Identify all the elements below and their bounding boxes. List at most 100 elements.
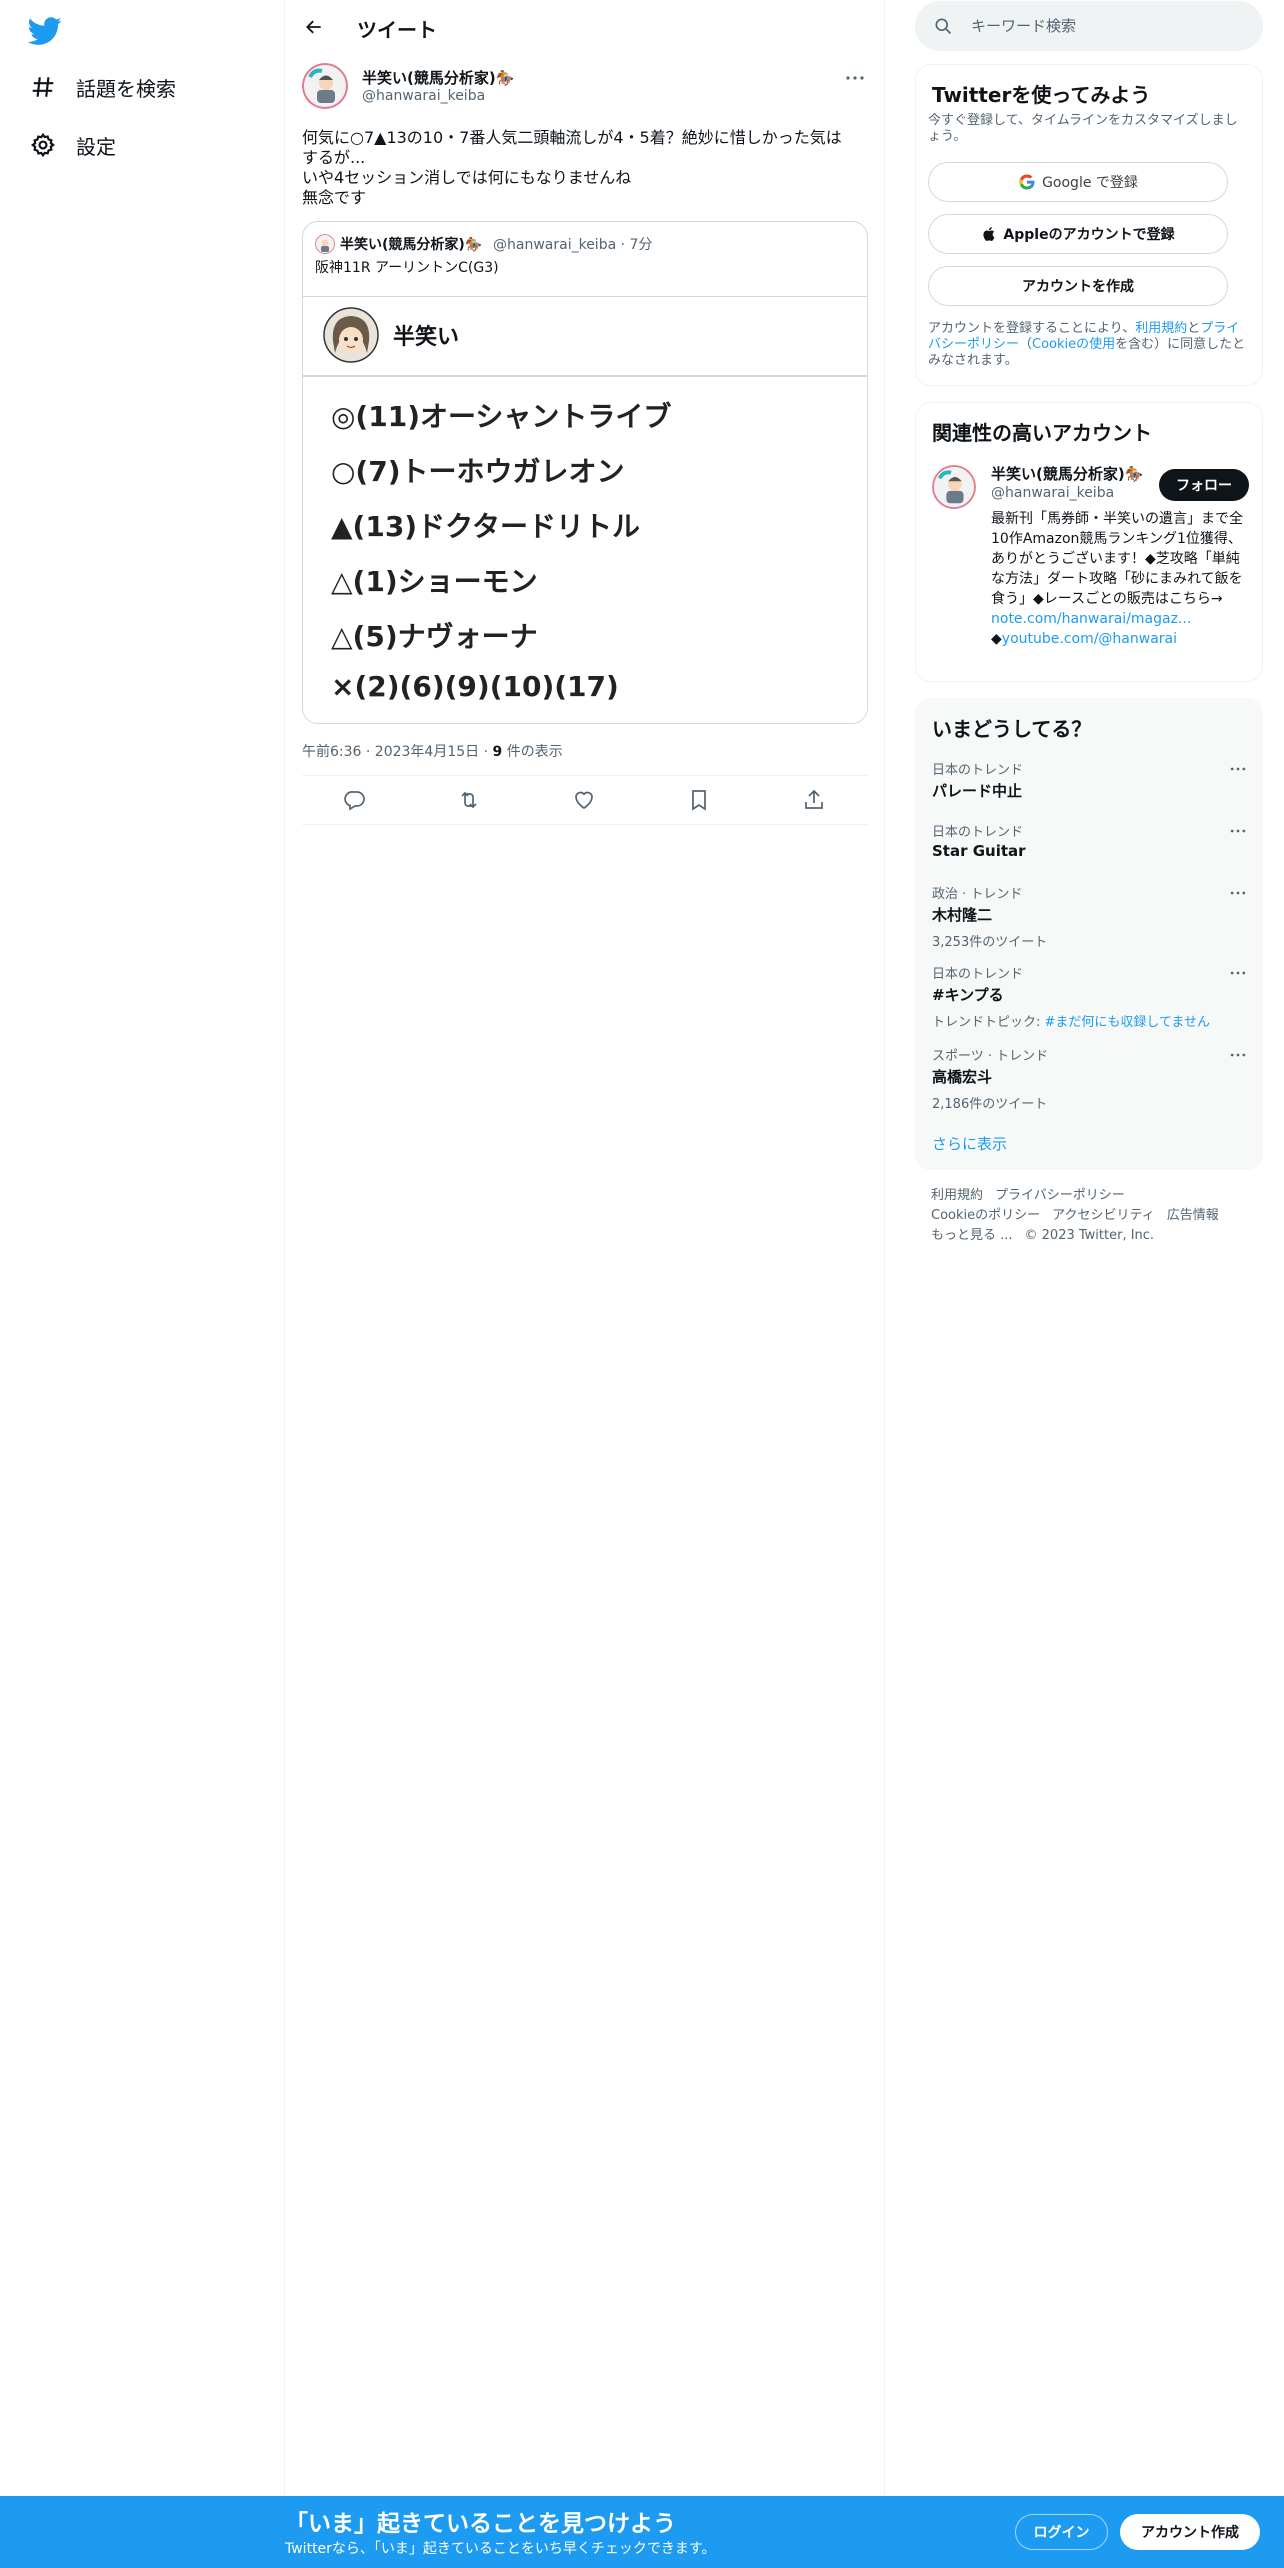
trend-name: パレード中止 <box>932 782 1023 800</box>
trend-more-icon[interactable] <box>1228 963 1248 983</box>
trend-item[interactable]: 政治 · トレンド 木村隆二 3,253件のツイート <box>932 883 1248 950</box>
search-icon <box>933 16 953 36</box>
signup-banner: 「いま」起きていることを見つけよう Twitterなら、「いま」起きていることを… <box>0 2496 1284 2568</box>
trend-category: スポーツ · トレンド <box>932 1049 1049 1064</box>
signup-title: Twitterを使ってみよう <box>932 83 1151 107</box>
legal-text: と <box>1187 321 1201 336</box>
pick-line: ×(2)(6)(9)(10)(17) <box>331 670 619 703</box>
trend-topic-link[interactable]: #まだ何にも収録してません <box>1045 1015 1210 1030</box>
nav-explore[interactable]: 話題を検索 <box>28 65 176 109</box>
nav-settings-label: 設定 <box>76 134 116 159</box>
footer-link-accessibility[interactable]: アクセシビリティ <box>1052 1208 1155 1223</box>
signup-subtitle: 今すぐ登録して、タイムラインをカスタマイズしましょう。 <box>928 113 1238 144</box>
trend-item[interactable]: 日本のトレンド Star Guitar <box>932 821 1248 860</box>
pick-line: ▲(13)ドクタードリトル <box>331 510 640 543</box>
trend-name: Star Guitar <box>932 842 1026 860</box>
related-account-handle[interactable]: @hanwarai_keiba <box>991 485 1114 501</box>
trend-name: 木村隆二 <box>932 906 993 924</box>
tweet-text-line: いや4セッション消しでは何にもなりませんね <box>302 168 632 187</box>
reply-icon[interactable] <box>342 788 366 812</box>
footer-link-privacy[interactable]: プライバシーポリシー <box>995 1188 1125 1203</box>
main-column: ツイート 半笑い(競馬分析家)🏇 @hanwarai_keiba 何気に○7▲1… <box>285 0 885 2496</box>
quote-meta: @hanwarai_keiba · 7分 <box>493 237 653 253</box>
google-signup-button[interactable]: Google で登録 <box>928 162 1228 202</box>
tweet-text-line: 無念です <box>302 188 367 207</box>
cookie-link[interactable]: Cookieの使用 <box>1032 337 1115 352</box>
bio-link-note[interactable]: note.com/hanwarai/magaz... <box>991 611 1191 627</box>
image-header: 半笑い <box>303 297 867 377</box>
related-account-bio: 最新刊「馬券師・半笑いの遺言」まで全10作Amazon競馬ランキング1位獲得、あ… <box>991 509 1251 649</box>
create-account-button[interactable]: アカウントを作成 <box>928 266 1228 306</box>
pick-line: ○(7)トーホウガレオン <box>331 455 625 488</box>
like-icon[interactable] <box>572 788 596 812</box>
google-signup-label: Google で登録 <box>1042 175 1138 191</box>
trend-item[interactable]: スポーツ · トレンド 高橋宏斗 2,186件のツイート <box>932 1045 1248 1112</box>
share-icon[interactable] <box>802 788 826 812</box>
search-input[interactable] <box>971 14 1251 38</box>
bookmark-icon[interactable] <box>687 788 711 812</box>
trend-category: 日本のトレンド <box>932 967 1024 982</box>
trend-count: 3,253件のツイート <box>932 935 1048 950</box>
trend-name: #キンプる <box>932 986 1004 1004</box>
signup-button[interactable]: アカウント作成 <box>1120 2514 1260 2550</box>
author-handle[interactable]: @hanwarai_keiba <box>362 88 485 104</box>
quote-text: 阪神11R アーリントンC(G3) <box>315 260 499 276</box>
related-title: 関連性の高いアカウント <box>932 421 1152 445</box>
view-label: 件の表示 <box>502 744 563 760</box>
trends-title: いまどうしてる？ <box>932 717 1092 741</box>
terms-link[interactable]: 利用規約 <box>1135 321 1187 336</box>
signup-card: Twitterを使ってみよう 今すぐ登録して、タイムラインをカスタマイズしましょ… <box>915 64 1263 386</box>
pick-line: ◎(11)オーシャントライブ <box>331 400 672 433</box>
footer-copyright: © 2023 Twitter, Inc. <box>1024 1228 1155 1243</box>
tweet-action-bar <box>302 775 868 825</box>
author-avatar[interactable] <box>302 63 348 109</box>
apple-signup-button[interactable]: Appleのアカウントで登録 <box>928 214 1228 254</box>
related-account-name[interactable]: 半笑い(競馬分析家)🏇 <box>991 463 1143 484</box>
back-arrow-icon[interactable] <box>299 12 329 42</box>
trend-category: 日本のトレンド <box>932 763 1024 778</box>
trend-item[interactable]: 日本のトレンド #キンプる トレンドトピック: #まだ何にも収録してません <box>932 963 1248 1030</box>
login-label: ログイン <box>1033 2525 1090 2541</box>
retweet-icon[interactable] <box>457 788 481 812</box>
login-button[interactable]: ログイン <box>1015 2514 1108 2550</box>
search-box[interactable] <box>915 1 1263 51</box>
banner-subtitle: Twitterなら、「いま」起きていることをいち早くチェックできます。 <box>285 2541 716 2557</box>
author-name[interactable]: 半笑い(競馬分析家)🏇 <box>362 67 514 88</box>
trend-count: 2,186件のツイート <box>932 1097 1048 1112</box>
tweet-timestamp[interactable]: 午前6:36 · 2023年4月15日 · 9 件の表示 <box>302 741 563 761</box>
follow-button[interactable]: フォロー <box>1159 469 1249 501</box>
bio-link-youtube[interactable]: youtube.com/@hanwarai <box>1002 631 1177 647</box>
footer-link-terms[interactable]: 利用規約 <box>931 1188 983 1203</box>
more-options-icon[interactable] <box>843 66 867 90</box>
page-title: ツイート <box>357 18 437 42</box>
twitter-bird-icon[interactable] <box>28 14 62 48</box>
bio-diamond: ◆ <box>991 631 1002 647</box>
tweet-text-line: 何気に○7▲13の10・7番人気二頭軸流しが4・5着？絶妙に惜しかった気は <box>302 128 842 147</box>
footer-link-more[interactable]: もっと見る ... <box>931 1228 1013 1243</box>
legal-text: アカウントを登録することにより、 <box>928 321 1136 336</box>
footer-link-cookie[interactable]: Cookieのポリシー <box>931 1208 1040 1223</box>
apple-signup-label: Appleのアカウントで登録 <box>1003 227 1175 243</box>
create-account-label: アカウントを作成 <box>1022 279 1134 295</box>
quoted-tweet[interactable]: 半笑い(競馬分析家)🏇 @hanwarai_keiba · 7分 阪神11R ア… <box>302 221 868 724</box>
google-icon <box>1018 173 1036 191</box>
related-accounts-card: 関連性の高いアカウント 半笑い(競馬分析家)🏇 @hanwarai_keiba … <box>915 402 1263 682</box>
image-name: 半笑い <box>393 325 460 350</box>
left-nav: 話題を検索 設定 <box>0 0 285 2496</box>
trend-more-icon[interactable] <box>1228 821 1248 841</box>
timestamp-text[interactable]: 午前6:36 · 2023年4月15日 · <box>302 744 493 760</box>
quote-image[interactable]: 半笑い ◎(11)オーシャントライブ ○(7)トーホウガレオン ▲(13)ドクタ… <box>303 296 867 723</box>
trend-item[interactable]: 日本のトレンド パレード中止 <box>932 759 1248 801</box>
nav-settings[interactable]: 設定 <box>28 123 116 167</box>
trend-more-icon[interactable] <box>1228 883 1248 903</box>
gear-icon <box>28 130 58 160</box>
trend-more-icon[interactable] <box>1228 759 1248 779</box>
follow-label: フォロー <box>1176 478 1232 494</box>
trend-more-icon[interactable] <box>1228 1045 1248 1065</box>
footer-link-ads[interactable]: 広告情報 <box>1167 1208 1219 1223</box>
quote-author-avatar <box>315 234 335 254</box>
trend-topic-prefix: トレンドトピック: <box>932 1015 1045 1030</box>
trends-card: いまどうしてる？ 日本のトレンド パレード中止 日本のトレンド Star Gui… <box>915 698 1263 1170</box>
related-account-avatar[interactable] <box>932 465 976 509</box>
show-more-link[interactable]: さらに表示 <box>932 1133 1007 1154</box>
